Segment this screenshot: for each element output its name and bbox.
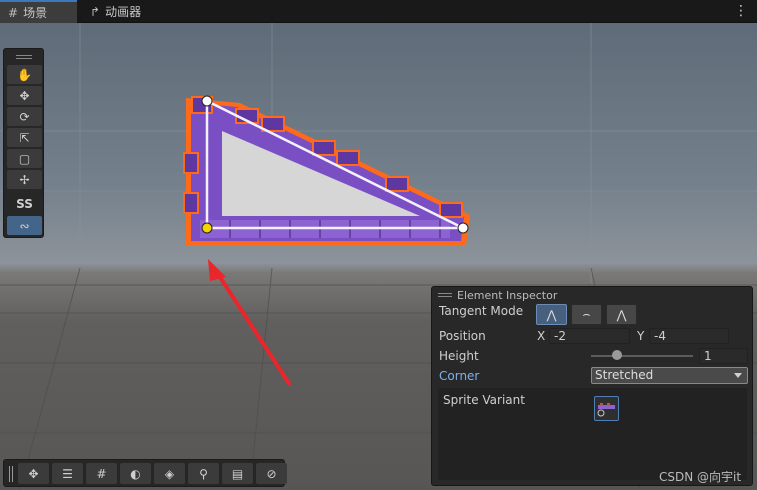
scene-bottom-toolbar: ✥ ☰ # ◐ ◈ ⚲ ▤ ⊘	[3, 459, 287, 487]
custom-tool-ss[interactable]: SS	[7, 194, 42, 213]
corner-dropdown[interactable]: Stretched	[591, 367, 748, 384]
animator-icon: ↱	[90, 4, 101, 19]
continuous-tangent-icon[interactable]: ⌢	[571, 304, 602, 325]
search-icon[interactable]: ⚲	[188, 463, 219, 484]
position-y-field[interactable]: -4	[649, 328, 729, 344]
tab-scene-label: 场景	[23, 6, 48, 20]
kebab-icon[interactable]: ⋮	[734, 3, 748, 19]
drag-handle[interactable]	[16, 55, 32, 59]
height-slider-thumb[interactable]	[612, 350, 622, 360]
broken-tangent-icon[interactable]: ⋀	[606, 304, 637, 325]
control-point[interactable]	[201, 95, 213, 107]
camera-icon[interactable]: ▤	[222, 463, 253, 484]
sprite-variant-thumbnail[interactable]	[594, 396, 619, 421]
height-slider[interactable]	[591, 355, 693, 357]
grid-icon: #	[8, 5, 19, 20]
sprite-variant-label: Sprite Variant	[443, 393, 525, 407]
chevron-down-icon	[734, 373, 742, 378]
x-label: X	[537, 329, 546, 343]
watermark: CSDN @向宇it	[659, 470, 742, 484]
control-point[interactable]	[457, 222, 469, 234]
layers-icon[interactable]: ◈	[154, 463, 185, 484]
scale-icon[interactable]: ⇱	[7, 128, 42, 147]
position-x-field[interactable]: -2	[549, 328, 630, 344]
move-icon[interactable]: ✥	[7, 86, 42, 105]
drag-handle[interactable]	[9, 466, 13, 482]
tab-bar: # 场景 ↱ 动画器 ⋮	[0, 0, 757, 23]
sprite-preview-icon	[597, 403, 615, 417]
spline-edit-icon[interactable]: ∾	[7, 216, 42, 235]
spline-shape[interactable]	[183, 95, 470, 245]
drag-handle[interactable]	[438, 293, 452, 297]
rect-icon[interactable]: ▢	[7, 149, 42, 168]
position-label: Position	[439, 329, 486, 343]
hand-icon[interactable]: ✋	[7, 65, 42, 84]
tab-animator[interactable]: ↱ 动画器	[82, 0, 149, 23]
annotation-arrow	[208, 259, 292, 387]
corner-label: Corner	[439, 369, 480, 383]
shading-icon[interactable]: ◐	[120, 463, 151, 484]
height-field[interactable]: 1	[699, 348, 748, 364]
tab-scene[interactable]: # 场景	[0, 0, 77, 23]
linear-tangent-icon[interactable]: ⋀	[536, 304, 567, 325]
corner-dropdown-value: Stretched	[595, 368, 654, 382]
rotate-icon[interactable]: ⟳	[7, 107, 42, 126]
sliders-icon[interactable]: ☰	[52, 463, 83, 484]
inspector-title-bar[interactable]: Element Inspector	[432, 287, 752, 303]
element-inspector: Element Inspector Tangent Mode ⋀ ⌢ ⋀ Pos…	[431, 286, 753, 486]
move-view-icon[interactable]: ✥	[18, 463, 49, 484]
y-label: Y	[637, 329, 645, 343]
tools-overlay: ✋ ✥ ⟳ ⇱ ▢ ✢ SS ∾	[3, 48, 44, 238]
transform-icon[interactable]: ✢	[7, 170, 42, 189]
inspector-title: Element Inspector	[457, 288, 558, 302]
tab-animator-label: 动画器	[105, 5, 142, 19]
grid-snap-icon[interactable]: #	[86, 463, 117, 484]
compass-icon[interactable]: ⊘	[256, 463, 287, 484]
tangent-mode-label: Tangent Mode	[439, 304, 524, 318]
selected-control-point[interactable]	[201, 222, 213, 234]
height-label: Height	[439, 349, 479, 363]
